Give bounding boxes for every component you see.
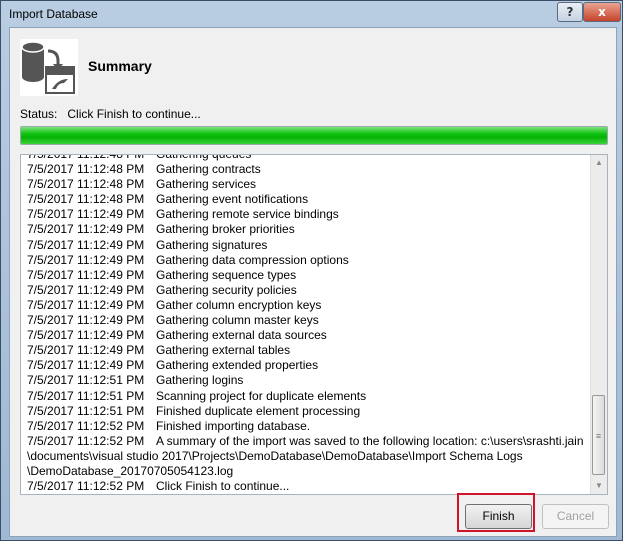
log-time: 7/5/2017 11:12:48 PM bbox=[27, 162, 145, 177]
log-time: 7/5/2017 11:12:48 PM bbox=[27, 154, 145, 161]
log-time: 7/5/2017 11:12:51 PM bbox=[27, 388, 145, 403]
log-row: 7/5/2017 11:12:49 PM Gathering extended p… bbox=[27, 358, 587, 373]
log-row: 7/5/2017 11:12:51 PM Gathering logins bbox=[27, 373, 587, 388]
log-time: 7/5/2017 11:12:52 PM bbox=[27, 418, 145, 433]
log-row: 7/5/2017 11:12:51 PM Finished duplicate e… bbox=[27, 404, 587, 419]
log-row: 7/5/2017 11:12:49 PM Gathering signatures bbox=[27, 238, 587, 253]
log-row: 7/5/2017 11:12:49 PM Gathering column mas… bbox=[27, 313, 587, 328]
log-row: 7/5/2017 11:12:52 PM Click Finish to cont… bbox=[27, 479, 587, 494]
log-message-continuation: \DemoDatabase_20170705054123.log bbox=[27, 463, 234, 478]
status-label: Status: bbox=[20, 107, 58, 121]
close-button[interactable]: x bbox=[583, 2, 621, 22]
log-message: Gathering sequence types bbox=[156, 267, 297, 282]
log-row: 7/5/2017 11:12:49 PM Gathering remote ser… bbox=[27, 207, 587, 222]
dialog-body: Summary Status: Click Finish to continue.… bbox=[9, 27, 617, 537]
log-time: 7/5/2017 11:12:49 PM bbox=[27, 297, 145, 312]
log-time: 7/5/2017 11:12:52 PM bbox=[27, 433, 145, 448]
status-value: Click Finish to continue... bbox=[67, 107, 201, 121]
scroll-thumb[interactable]: ≡ bbox=[592, 395, 605, 475]
log-message: Gathering logins bbox=[156, 373, 244, 388]
log-row: 7/5/2017 11:12:49 PM Gathering data compr… bbox=[27, 253, 587, 268]
log-message: Scanning project for duplicate elements bbox=[156, 388, 367, 403]
log-message: Gathering event notifications bbox=[156, 192, 309, 207]
log-message: Gathering external tables bbox=[156, 343, 291, 358]
finish-button[interactable]: Finish bbox=[465, 504, 532, 529]
log-row: 7/5/2017 11:12:49 PM Gathering broker pri… bbox=[27, 222, 587, 237]
scroll-up-icon[interactable]: ▲ bbox=[591, 155, 607, 171]
log-row: 7/5/2017 11:12:49 PM Gathering external t… bbox=[27, 343, 587, 358]
log-message-continuation: \documents\visual studio 2017\Projects\D… bbox=[27, 448, 523, 463]
log-time: 7/5/2017 11:12:48 PM bbox=[27, 177, 145, 192]
log-message: Gathering signatures bbox=[156, 237, 268, 252]
import-database-dialog: Import Database ? x Summary Status: Click… bbox=[0, 0, 623, 541]
log-row: 7/5/2017 11:12:48 PM Gathering contracts bbox=[27, 162, 587, 177]
help-button[interactable]: ? bbox=[557, 2, 583, 22]
log-message: Finished importing database. bbox=[156, 418, 311, 433]
log-list: 7/5/2017 11:12:48 PM Gathering queues 7/5/… bbox=[20, 154, 608, 495]
log-row: 7/5/2017 11:12:49 PM Gathering sequence t… bbox=[27, 268, 587, 283]
log-time: 7/5/2017 11:12:49 PM bbox=[27, 313, 145, 328]
log-scrollbar[interactable]: ▲ ≡ ▼ bbox=[590, 155, 607, 494]
log-message: Gather column encryption keys bbox=[156, 297, 322, 312]
database-import-icon bbox=[20, 39, 78, 96]
log-time: 7/5/2017 11:12:49 PM bbox=[27, 222, 145, 237]
log-time: 7/5/2017 11:12:49 PM bbox=[27, 267, 145, 282]
log-row: 7/5/2017 11:12:48 PM Gathering services bbox=[27, 177, 587, 192]
window-title: Import Database bbox=[9, 7, 98, 21]
cancel-button[interactable]: Cancel bbox=[542, 504, 609, 529]
log-message: Gathering remote service bindings bbox=[156, 207, 339, 222]
log-row: 7/5/2017 11:12:49 PM Gathering external d… bbox=[27, 328, 587, 343]
log-time: 7/5/2017 11:12:49 PM bbox=[27, 343, 145, 358]
log-message: Gathering extended properties bbox=[156, 358, 319, 373]
progress-fill bbox=[21, 127, 607, 144]
scroll-down-icon[interactable]: ▼ bbox=[591, 478, 607, 494]
progress-bar bbox=[20, 126, 608, 145]
log-message: Gathering services bbox=[156, 177, 257, 192]
log-message: Gathering security policies bbox=[156, 282, 297, 297]
log-time: 7/5/2017 11:12:51 PM bbox=[27, 403, 145, 418]
log-message: Gathering column master keys bbox=[156, 313, 319, 328]
log-message: A summary of the import was saved to the… bbox=[156, 433, 584, 448]
log-time: 7/5/2017 11:12:49 PM bbox=[27, 328, 145, 343]
log-time: 7/5/2017 11:12:52 PM bbox=[27, 479, 145, 494]
log-message: Gathering broker priorities bbox=[156, 222, 295, 237]
log-message: Gathering queues bbox=[156, 154, 252, 161]
log-row: 7/5/2017 11:12:49 PM Gathering security p… bbox=[27, 283, 587, 298]
log-time: 7/5/2017 11:12:49 PM bbox=[27, 358, 145, 373]
log-row: 7/5/2017 11:12:49 PM Gather column encryp… bbox=[27, 298, 587, 313]
log-message: Gathering external data sources bbox=[156, 328, 327, 343]
log-time: 7/5/2017 11:12:49 PM bbox=[27, 282, 145, 297]
log-message: Gathering data compression options bbox=[156, 252, 349, 267]
log-row: 7/5/2017 11:12:51 PM Scanning project for… bbox=[27, 389, 587, 404]
log-message: Gathering contracts bbox=[156, 162, 261, 177]
log-row: 7/5/2017 11:12:48 PM Gathering queues bbox=[27, 154, 587, 162]
log-message: Click Finish to continue... bbox=[156, 479, 290, 494]
log-time: 7/5/2017 11:12:51 PM bbox=[27, 373, 145, 388]
log-row: 7/5/2017 11:12:48 PM Gathering event noti… bbox=[27, 192, 587, 207]
status-line: Status: Click Finish to continue... bbox=[20, 107, 201, 121]
log-time: 7/5/2017 11:12:49 PM bbox=[27, 237, 145, 252]
log-time: 7/5/2017 11:12:48 PM bbox=[27, 192, 145, 207]
page-title: Summary bbox=[88, 58, 152, 74]
log-time: 7/5/2017 11:12:49 PM bbox=[27, 207, 145, 222]
log-message: Finished duplicate element processing bbox=[156, 403, 361, 418]
log-time: 7/5/2017 11:12:49 PM bbox=[27, 252, 145, 267]
log-row: 7/5/2017 11:12:52 PM A summary of the imp… bbox=[27, 434, 587, 449]
log-row: 7/5/2017 11:12:52 PM Finished importing d… bbox=[27, 419, 587, 434]
